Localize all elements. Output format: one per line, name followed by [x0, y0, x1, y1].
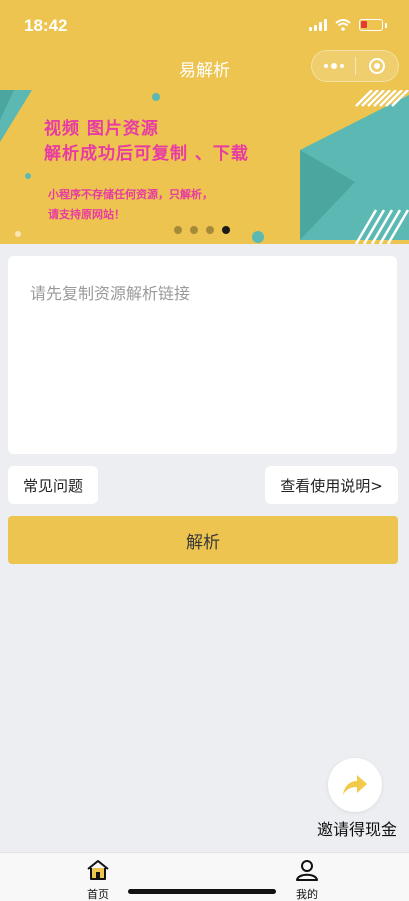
battery-icon — [359, 19, 383, 31]
tab-home[interactable]: 首页 — [68, 859, 128, 901]
banner-note-1: 小程序不存储任何资源，只解析， — [48, 188, 213, 201]
carousel-dot[interactable] — [190, 226, 198, 234]
tab-mine-label: 我的 — [296, 888, 318, 901]
invite-label[interactable]: 邀请得现金 — [312, 816, 402, 840]
signal-icon — [309, 19, 327, 31]
carousel-dot[interactable] — [206, 226, 214, 234]
home-indicator — [128, 889, 276, 894]
link-input[interactable] — [8, 256, 397, 454]
status-time: 18:42 — [24, 16, 68, 35]
banner-headline-1: 视频 图片资源 — [44, 119, 159, 139]
usage-guide-button[interactable]: 查看使用说明> — [265, 466, 398, 504]
promo-banner[interactable]: 视频 图片资源 解析成功后可复制 、下载 小程序不存储任何资源，只解析， 请支持… — [0, 90, 409, 244]
battery-tip — [385, 22, 387, 28]
status-icons — [309, 16, 387, 34]
close-target-icon[interactable] — [356, 51, 398, 81]
invite-button[interactable] — [328, 758, 382, 812]
banner-headline-2: 解析成功后可复制 、下载 — [44, 144, 249, 164]
header: 18:42 易解析 — [0, 0, 409, 90]
faq-button[interactable]: 常见问题 — [8, 466, 98, 504]
home-icon — [87, 860, 109, 880]
tab-mine[interactable]: 我的 — [277, 859, 337, 901]
mini-program-capsule — [311, 50, 399, 82]
link-input-card — [8, 256, 397, 454]
tab-home-label: 首页 — [87, 888, 109, 901]
banner-note-2: 请支持原网站！ — [48, 208, 125, 221]
wifi-icon — [335, 19, 351, 31]
user-icon — [296, 860, 318, 881]
carousel-dot[interactable] — [174, 226, 182, 234]
carousel-dot-active[interactable] — [222, 226, 230, 234]
parse-button[interactable]: 解析 — [8, 516, 398, 564]
share-arrow-icon — [343, 775, 367, 795]
carousel-indicator — [174, 226, 230, 234]
more-menu-icon[interactable] — [312, 51, 355, 81]
